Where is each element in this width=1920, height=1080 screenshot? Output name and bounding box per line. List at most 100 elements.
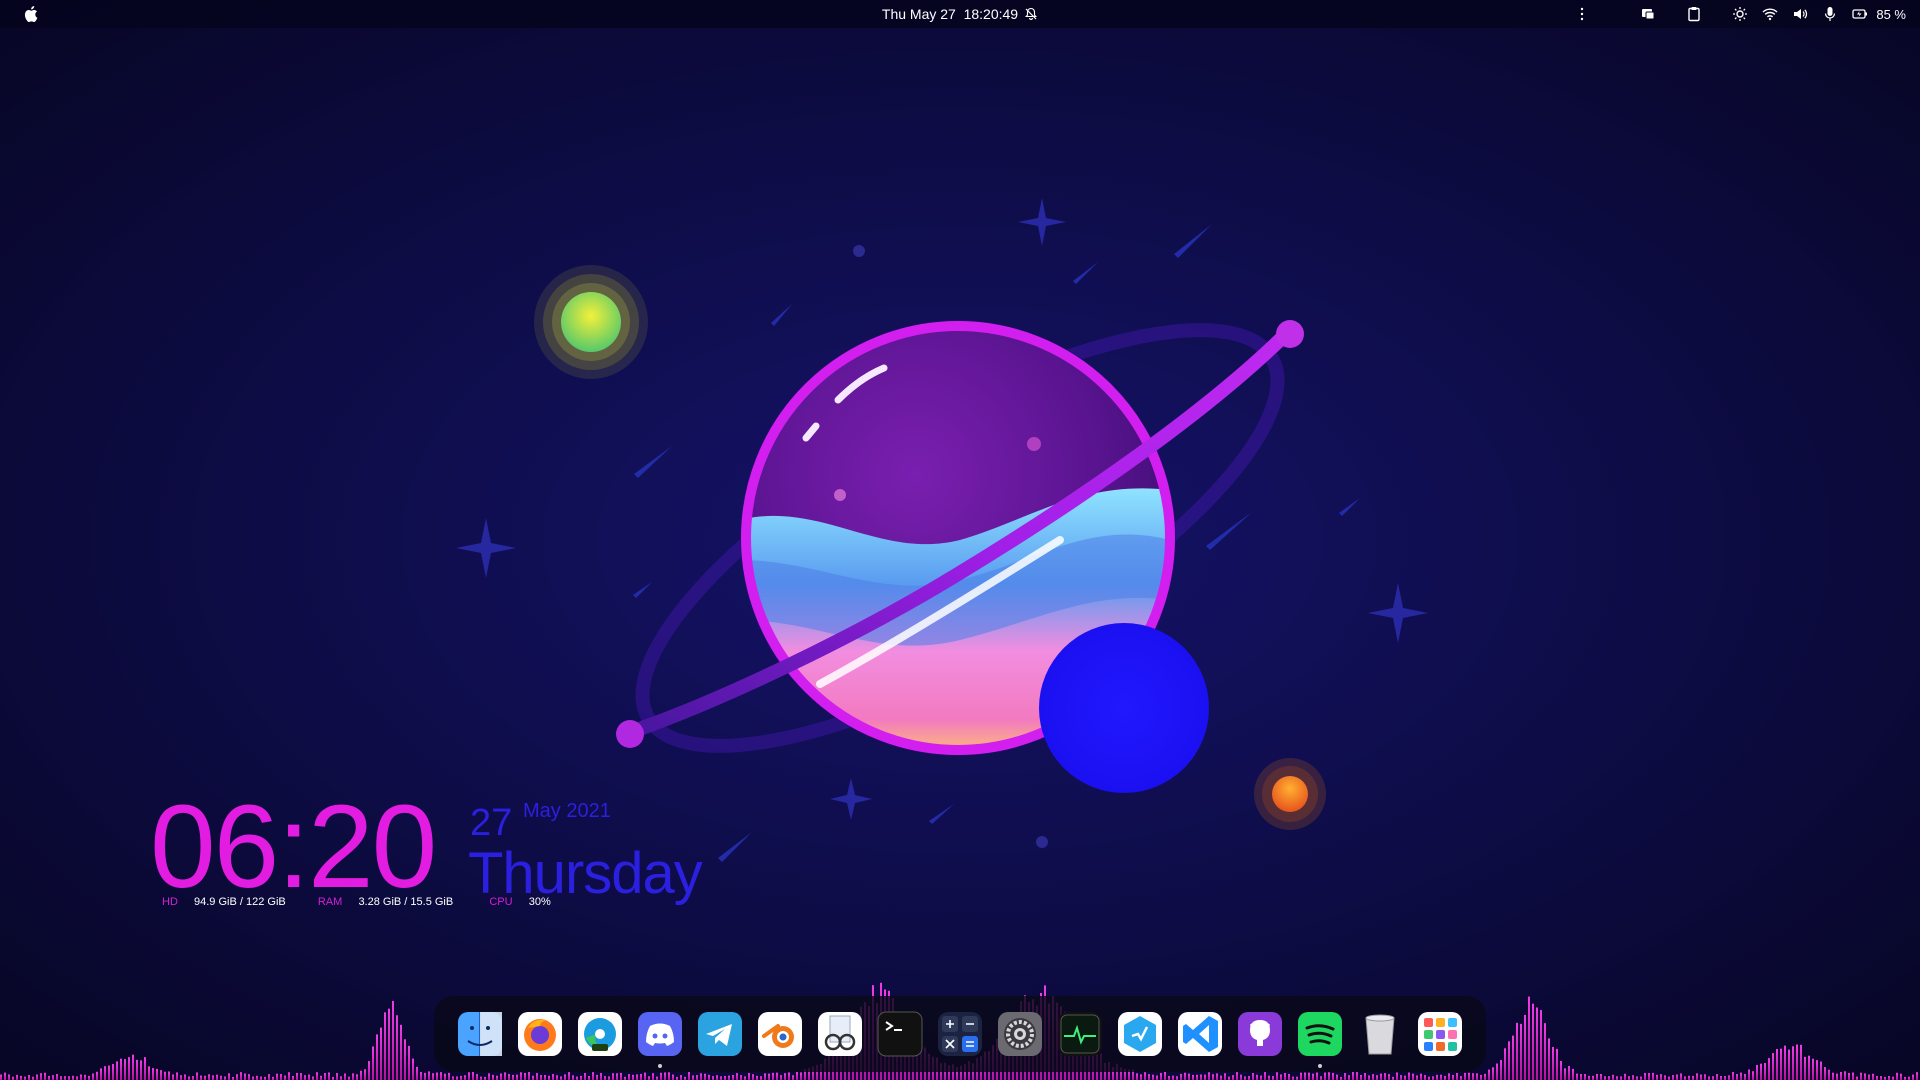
visualizer-bar — [1376, 1075, 1378, 1080]
visualizer-bar — [764, 1073, 766, 1080]
visualizer-bar — [312, 1076, 314, 1080]
visualizer-bar — [252, 1076, 254, 1080]
menubar-datetime[interactable]: Thu May 27 18:20:49 — [882, 6, 1018, 22]
visualizer-bar — [96, 1071, 98, 1080]
visualizer-bar — [1784, 1045, 1786, 1080]
visualizer-bar — [1648, 1073, 1650, 1080]
visualizer-bar — [300, 1073, 302, 1080]
visualizer-bar — [1788, 1049, 1790, 1080]
visualizer-bar — [1200, 1074, 1202, 1080]
widget-time: 06:20 — [150, 781, 437, 913]
overflow-menu-icon[interactable] — [1574, 6, 1590, 22]
visualizer-bar — [1600, 1074, 1602, 1080]
microphone-icon[interactable] — [1822, 6, 1838, 22]
document-viewer-icon — [818, 1012, 862, 1056]
visualizer-bar — [296, 1072, 298, 1080]
visualizer-bar — [1352, 1072, 1354, 1080]
dock-item-app-grid[interactable] — [1416, 1010, 1464, 1058]
visualizer-bar — [136, 1059, 138, 1080]
visualizer-bar — [292, 1075, 294, 1080]
connect-devices-icon[interactable] — [1640, 6, 1656, 22]
visualizer-bar — [1680, 1073, 1682, 1080]
visualizer-bar — [472, 1072, 474, 1080]
visualizer-bar — [1672, 1075, 1674, 1080]
visualizer-bar — [368, 1061, 370, 1080]
visualizer-bar — [1464, 1072, 1466, 1080]
visualizer-bar — [148, 1066, 150, 1080]
visualizer-bar — [1388, 1074, 1390, 1080]
visualizer-bar — [716, 1075, 718, 1080]
visualizer-bar — [1396, 1072, 1398, 1080]
visualizer-bar — [1404, 1075, 1406, 1080]
visualizer-bar — [20, 1075, 22, 1080]
visualizer-bar — [68, 1076, 70, 1080]
dock-item-system-settings[interactable] — [996, 1010, 1044, 1058]
dock-item-spotify[interactable] — [1296, 1010, 1344, 1068]
firefox-icon — [518, 1012, 562, 1056]
visualizer-bar — [1872, 1073, 1874, 1080]
visualizer-bar — [1748, 1069, 1750, 1080]
visualizer-bar — [1316, 1072, 1318, 1080]
dock-item-vscode[interactable] — [1176, 1010, 1224, 1058]
visualizer-bar — [608, 1076, 610, 1080]
visualizer-bar — [356, 1074, 358, 1080]
visualizer-bar — [656, 1076, 658, 1080]
brightness-icon[interactable] — [1732, 6, 1748, 22]
volume-icon[interactable] — [1792, 6, 1808, 22]
visualizer-bar — [724, 1075, 726, 1080]
visualizer-bar — [516, 1074, 518, 1080]
battery-charging-icon[interactable] — [1852, 6, 1868, 22]
apple-menu-icon[interactable] — [24, 5, 40, 23]
visualizer-bar — [1152, 1074, 1154, 1080]
visualizer-bar — [492, 1074, 494, 1080]
visualizer-bar — [1496, 1063, 1498, 1080]
visualizer-bar — [224, 1076, 226, 1080]
visualizer-bar — [1320, 1076, 1322, 1080]
visualizer-bar — [496, 1075, 498, 1080]
visualizer-bar — [1916, 1072, 1918, 1080]
visualizer-bar — [1468, 1072, 1470, 1080]
visualizer-bar — [692, 1075, 694, 1080]
visualizer-bar — [76, 1076, 78, 1080]
dock-item-telegram[interactable] — [696, 1010, 744, 1058]
dock-item-document-viewer[interactable] — [816, 1010, 864, 1058]
visualizer-bar — [1772, 1053, 1774, 1080]
visualizer-bar — [640, 1073, 642, 1080]
visualizer-bar — [216, 1074, 218, 1080]
visualizer-bar — [1896, 1072, 1898, 1080]
visualizer-bar — [420, 1071, 422, 1080]
dock-item-app-store[interactable] — [1116, 1010, 1164, 1058]
clipboard-icon[interactable] — [1686, 6, 1702, 22]
dock-item-finder[interactable] — [456, 1010, 504, 1058]
dock-item-calculator[interactable] — [936, 1010, 984, 1058]
visualizer-bar — [1220, 1075, 1222, 1080]
dock-item-trash[interactable] — [1356, 1010, 1404, 1058]
visualizer-bar — [752, 1074, 754, 1080]
visualizer-bar — [796, 1071, 798, 1080]
visualizer-bar — [132, 1054, 134, 1080]
wifi-icon[interactable] — [1762, 6, 1778, 22]
dock-item-firefox[interactable] — [516, 1010, 564, 1058]
dock-item-edge-dev[interactable] — [576, 1010, 624, 1058]
visualizer-bar — [1420, 1073, 1422, 1080]
visualizer-bar — [1156, 1075, 1158, 1080]
dock-item-system-monitor[interactable] — [1056, 1010, 1104, 1058]
visualizer-bar — [580, 1075, 582, 1080]
visualizer-bar — [1732, 1072, 1734, 1080]
dock-item-terminal[interactable] — [876, 1010, 924, 1058]
dock-item-github-desktop[interactable] — [1236, 1010, 1284, 1058]
battery-percentage[interactable]: 85 % — [1876, 7, 1906, 22]
visualizer-bar — [1564, 1068, 1566, 1080]
notifications-off-icon[interactable] — [1024, 7, 1038, 21]
visualizer-bar — [596, 1074, 598, 1080]
visualizer-bar — [1848, 1073, 1850, 1080]
visualizer-bar — [8, 1074, 10, 1080]
vscode-icon — [1178, 1012, 1222, 1056]
visualizer-bar — [172, 1074, 174, 1080]
dock-item-discord[interactable] — [636, 1010, 684, 1068]
visualizer-bar — [552, 1074, 554, 1080]
discord-icon — [638, 1012, 682, 1056]
visualizer-bar — [500, 1073, 502, 1080]
dock-item-blender[interactable] — [756, 1010, 804, 1058]
widget-day: 27 — [470, 802, 513, 844]
